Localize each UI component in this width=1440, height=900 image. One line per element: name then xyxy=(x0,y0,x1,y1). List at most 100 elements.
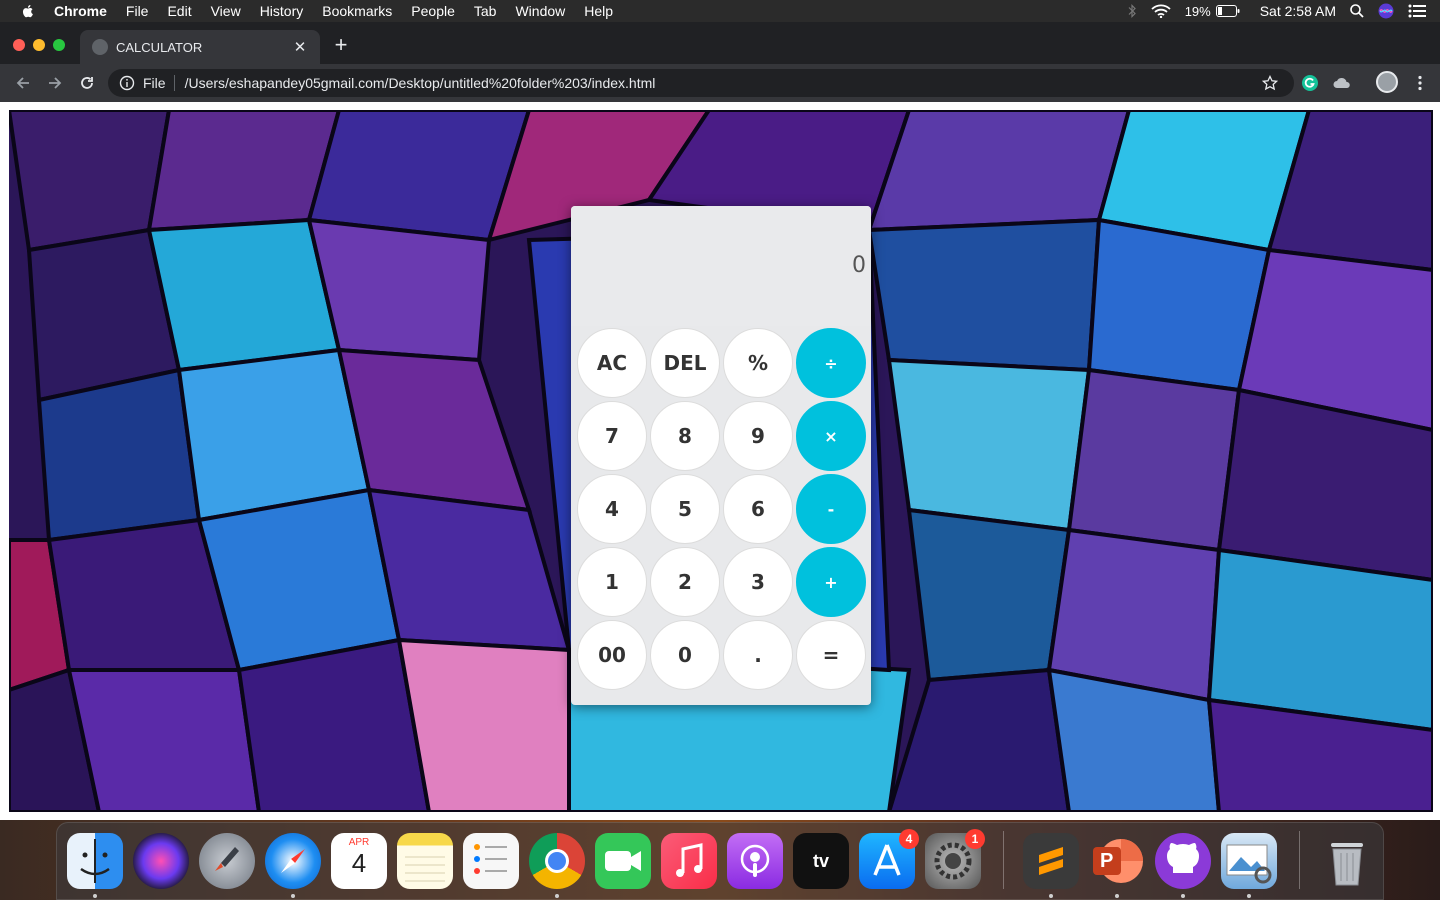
window-minimize-button[interactable] xyxy=(33,39,45,51)
reminders-icon[interactable] xyxy=(463,833,519,889)
key-multiply[interactable]: × xyxy=(796,401,866,471)
menu-help[interactable]: Help xyxy=(584,3,613,19)
podcasts-icon[interactable] xyxy=(727,833,783,889)
calculator: 0 AC DEL % ÷ 7 8 9 × 4 5 6 - 1 2 3 + 00 … xyxy=(571,206,871,705)
key-4[interactable]: 4 xyxy=(577,474,647,544)
key-decimal[interactable]: . xyxy=(723,620,793,690)
key-5[interactable]: 5 xyxy=(650,474,720,544)
siri-menubar-icon[interactable] xyxy=(1378,3,1394,19)
menu-app-name[interactable]: Chrome xyxy=(54,3,107,19)
apple-tv-icon[interactable]: tv xyxy=(793,833,849,889)
calendar-month: APR xyxy=(348,837,370,848)
app-store-icon[interactable]: 4 xyxy=(859,829,919,889)
browser-toolbar: File /Users/eshapandey05gmail.com/Deskto… xyxy=(0,64,1440,102)
notes-icon[interactable] xyxy=(397,833,453,889)
music-note-icon xyxy=(676,843,703,877)
bluetooth-icon[interactable] xyxy=(1127,4,1137,18)
magnifier-photo-icon xyxy=(1226,844,1272,884)
key-equals[interactable]: = xyxy=(796,620,866,690)
notification-center-icon[interactable] xyxy=(1408,4,1426,18)
tab-favicon-icon xyxy=(92,39,108,55)
key-double-zero[interactable]: 00 xyxy=(577,620,647,690)
key-add[interactable]: + xyxy=(796,547,866,617)
wifi-icon[interactable] xyxy=(1151,4,1171,18)
menu-edit[interactable]: Edit xyxy=(167,3,191,19)
arrow-left-icon xyxy=(16,77,29,89)
menu-people[interactable]: People xyxy=(411,3,455,19)
menu-view[interactable]: View xyxy=(211,3,241,19)
window-zoom-button[interactable] xyxy=(53,39,65,51)
profile-avatar[interactable] xyxy=(1376,71,1398,93)
forward-button[interactable] xyxy=(43,71,67,95)
battery-icon[interactable] xyxy=(1215,5,1240,17)
safari-running-indicator xyxy=(291,894,295,898)
safari-icon[interactable] xyxy=(265,833,321,889)
key-delete[interactable]: DEL xyxy=(650,328,720,398)
facetime-icon[interactable] xyxy=(595,833,651,889)
apple-menu-icon[interactable] xyxy=(20,3,36,19)
back-button[interactable] xyxy=(11,71,35,95)
cloud-extension-icon[interactable] xyxy=(1333,74,1351,92)
powerpoint-icon[interactable]: P xyxy=(1089,833,1145,889)
chrome-menu-icon[interactable] xyxy=(1414,75,1426,91)
key-divide[interactable]: ÷ xyxy=(796,328,866,398)
url-text[interactable]: /Users/eshapandey05gmail.com/Desktop/unt… xyxy=(185,75,656,91)
key-percent[interactable]: % xyxy=(723,328,793,398)
bookmark-star-icon[interactable] xyxy=(1262,75,1278,91)
key-0[interactable]: 0 xyxy=(650,620,720,690)
menu-history[interactable]: History xyxy=(260,3,304,19)
siri-icon[interactable] xyxy=(133,833,189,889)
preview-running-indicator xyxy=(1247,894,1251,898)
key-6[interactable]: 6 xyxy=(723,474,793,544)
github-desktop-icon[interactable] xyxy=(1155,833,1211,889)
window-close-button[interactable] xyxy=(13,39,25,51)
spotlight-search-icon[interactable] xyxy=(1350,4,1364,18)
preview-icon[interactable] xyxy=(1221,833,1277,889)
key-8[interactable]: 8 xyxy=(650,401,720,471)
menu-bookmarks[interactable]: Bookmarks xyxy=(322,3,392,19)
trash-icon[interactable] xyxy=(1319,833,1375,889)
menu-window[interactable]: Window xyxy=(515,3,565,19)
compass-icon xyxy=(281,849,305,873)
reload-icon xyxy=(81,77,93,89)
finder-face-icon xyxy=(80,839,110,883)
apple-tv-label: tv xyxy=(812,850,829,871)
key-subtract[interactable]: - xyxy=(796,474,866,544)
sublime-s-icon xyxy=(1039,847,1063,875)
key-2[interactable]: 2 xyxy=(650,547,720,617)
key-7[interactable]: 7 xyxy=(577,401,647,471)
calendar-icon[interactable]: APR 4 xyxy=(331,833,387,889)
address-bar[interactable]: File /Users/eshapandey05gmail.com/Deskto… xyxy=(108,69,1294,97)
system-preferences-icon[interactable]: 1 xyxy=(925,829,985,889)
music-icon[interactable] xyxy=(661,833,717,889)
chrome-icon[interactable] xyxy=(529,833,585,889)
dock-separator xyxy=(1003,831,1004,889)
calculator-keypad: AC DEL % ÷ 7 8 9 × 4 5 6 - 1 2 3 + 00 0 … xyxy=(577,328,867,690)
new-tab-button[interactable]: + xyxy=(331,34,351,58)
dock-separator-trash xyxy=(1299,831,1300,889)
grammarly-extension-icon[interactable] xyxy=(1301,74,1319,92)
powerpoint-running-indicator xyxy=(1115,894,1119,898)
key-9[interactable]: 9 xyxy=(723,401,793,471)
reload-button[interactable] xyxy=(75,71,99,95)
menu-file[interactable]: File xyxy=(126,3,149,19)
sublime-text-icon[interactable] xyxy=(1023,833,1079,889)
launchpad-icon[interactable] xyxy=(199,833,255,889)
tab-calculator[interactable]: CALCULATOR ✕ xyxy=(80,30,320,64)
menu-tab[interactable]: Tab xyxy=(474,3,497,19)
key-3[interactable]: 3 xyxy=(723,547,793,617)
system-preferences-badge: 1 xyxy=(965,829,985,849)
octocat-icon xyxy=(1167,843,1199,873)
finder-icon[interactable] xyxy=(67,833,123,889)
video-camera-icon xyxy=(605,851,641,871)
chrome-running-indicator xyxy=(555,894,559,898)
menubar-clock[interactable]: Sat 2:58 AM xyxy=(1260,3,1336,19)
trash-can-icon xyxy=(1331,843,1363,886)
notes-lines-icon xyxy=(405,856,445,882)
calculator-display: 0 xyxy=(571,206,871,326)
tab-close-button[interactable]: ✕ xyxy=(290,37,310,57)
key-all-clear[interactable]: AC xyxy=(577,328,647,398)
key-1[interactable]: 1 xyxy=(577,547,647,617)
github-desktop-running-indicator xyxy=(1181,894,1185,898)
site-info-icon[interactable] xyxy=(119,75,135,91)
